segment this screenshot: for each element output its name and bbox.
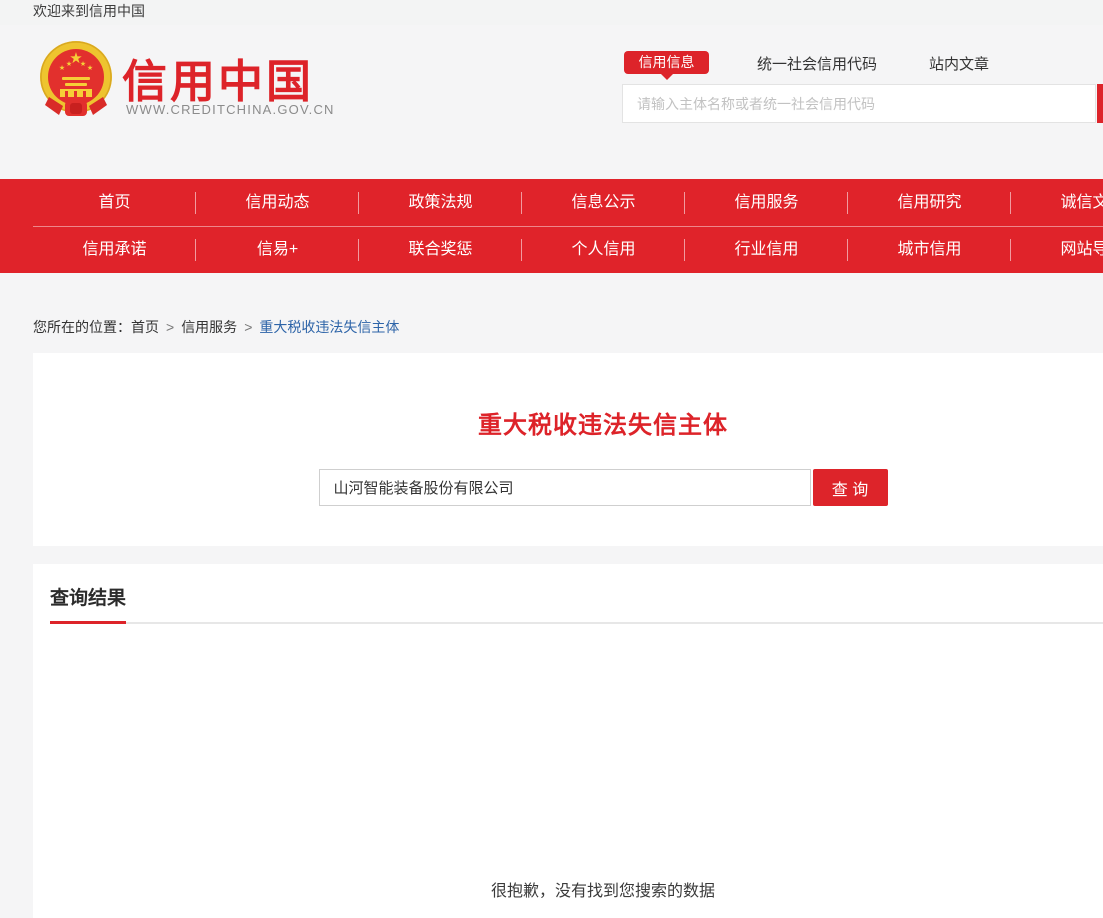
svg-text:★: ★ xyxy=(87,64,93,72)
nav-item-policies[interactable]: 政策法规 xyxy=(359,179,522,226)
results-heading: 查询结果 xyxy=(50,583,126,624)
tab-pointer-icon xyxy=(661,74,673,80)
nav-item-credit-research[interactable]: 信用研究 xyxy=(848,179,1011,226)
nav-row-2: 信用承诺 信易+ 联合奖惩 个人信用 行业信用 城市信用 网站导航 xyxy=(33,226,1103,273)
svg-text:★: ★ xyxy=(66,60,72,68)
nav-item-home[interactable]: 首页 xyxy=(33,179,196,226)
breadcrumb-separator: > xyxy=(166,319,174,335)
query-submit-button[interactable]: 查 询 xyxy=(813,469,888,506)
results-header: 查询结果 xyxy=(50,564,1103,624)
tab-credit-info[interactable]: 信用信息 xyxy=(624,51,709,74)
header-search-input[interactable] xyxy=(622,84,1096,123)
tab-social-credit-code[interactable]: 统一社会信用代码 xyxy=(757,53,877,74)
nav-item-credit-news[interactable]: 信用动态 xyxy=(196,179,359,226)
nav-item-credit-commitment[interactable]: 信用承诺 xyxy=(33,226,196,273)
breadcrumb-home[interactable]: 首页 xyxy=(131,319,159,335)
empty-results-message: 很抱歉，没有找到您搜索的数据 xyxy=(33,877,1103,901)
nav-item-city-credit[interactable]: 城市信用 xyxy=(848,226,1011,273)
breadcrumb-separator: > xyxy=(244,319,252,335)
welcome-text: 欢迎来到信用中国 xyxy=(33,1,145,21)
header-search-button[interactable] xyxy=(1097,84,1103,123)
top-welcome-bar: 欢迎来到信用中国 xyxy=(0,0,1103,25)
tab-site-articles[interactable]: 站内文章 xyxy=(929,53,989,74)
breadcrumb-prefix: 您所在的位置： xyxy=(33,319,131,335)
nav-item-credit-services[interactable]: 信用服务 xyxy=(685,179,848,226)
site-header: ★ ★ ★ ★ ★ 信用中国 WWW.CREDITCHINA.GOV.CN 信用… xyxy=(0,25,1103,179)
nav-item-joint-reward-punishment[interactable]: 联合奖惩 xyxy=(359,226,522,273)
query-search-row: 查 询 xyxy=(33,469,1103,506)
national-emblem-logo[interactable]: ★ ★ ★ ★ ★ xyxy=(37,39,115,123)
page-title: 重大税收违法失信主体 xyxy=(33,405,1103,440)
breadcrumb: 您所在的位置：首页 > 信用服务 > 重大税收违法失信主体 xyxy=(33,317,1103,333)
nav-item-integrity-culture[interactable]: 诚信文化 xyxy=(1011,179,1103,226)
entity-name-input[interactable] xyxy=(319,469,811,506)
breadcrumb-current-page[interactable]: 重大税收违法失信主体 xyxy=(259,319,399,335)
nav-item-personal-credit[interactable]: 个人信用 xyxy=(522,226,685,273)
nav-item-xinyi-plus[interactable]: 信易+ xyxy=(196,226,359,273)
svg-text:★: ★ xyxy=(80,60,86,68)
logo-title[interactable]: 信用中国 xyxy=(122,45,314,110)
results-panel: 查询结果 很抱歉，没有找到您搜索的数据 xyxy=(33,564,1103,918)
logo-url: WWW.CREDITCHINA.GOV.CN xyxy=(126,102,335,117)
nav-item-site-map[interactable]: 网站导航 xyxy=(1011,226,1103,273)
nav-item-info-disclosure[interactable]: 信息公示 xyxy=(522,179,685,226)
svg-text:★: ★ xyxy=(59,64,65,72)
nav-item-industry-credit[interactable]: 行业信用 xyxy=(685,226,848,273)
query-panel: 重大税收违法失信主体 查 询 xyxy=(33,353,1103,546)
main-nav: 首页 信用动态 政策法规 信息公示 信用服务 信用研究 诚信文化 信用承诺 信易… xyxy=(0,179,1103,273)
nav-row-1: 首页 信用动态 政策法规 信息公示 信用服务 信用研究 诚信文化 xyxy=(33,179,1103,226)
breadcrumb-credit-services[interactable]: 信用服务 xyxy=(181,319,237,335)
